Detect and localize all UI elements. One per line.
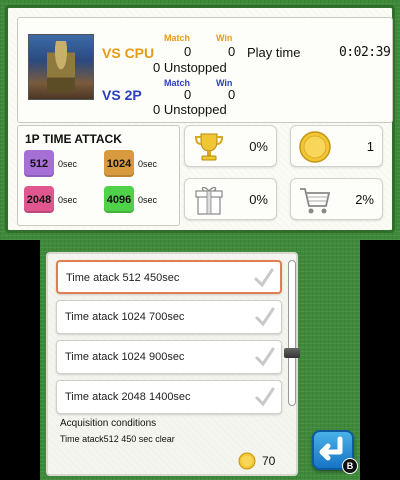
cpu-match-count: 0 (184, 44, 192, 59)
tile-2048: 2048 (24, 186, 54, 213)
tile-4096: 4096 (104, 186, 134, 213)
coin-cost: 70 (262, 454, 276, 468)
back-button[interactable]: B (312, 430, 358, 474)
list-item[interactable]: Time atack 1024 900sec (56, 340, 282, 374)
coin-icon (238, 452, 256, 470)
p2-unstopped: 0 Unstopped (153, 102, 227, 117)
list-item-label: Time atack 1024 900sec (65, 351, 185, 363)
tile-512: 512 (24, 150, 54, 177)
bottom-screen: Time atack 512 450sec Time atack 1024 70… (40, 240, 360, 480)
gift-card: 0% (184, 178, 277, 220)
scrollbar-track[interactable] (288, 260, 296, 406)
check-icon (254, 268, 274, 288)
tile-1024: 1024 (104, 150, 134, 177)
list-item-label: Time atack 1024 700sec (65, 311, 185, 323)
acquisition-text: Time atack512 450 sec clear (60, 434, 175, 444)
top-screen: VS CPU Match Win 0 0 0 Unstopped VS 2P M… (0, 0, 400, 240)
p2-match-count: 0 (184, 87, 192, 102)
check-icon (255, 347, 275, 367)
gift-value: 0% (249, 192, 268, 207)
list-item[interactable]: Time atack 1024 700sec (56, 300, 282, 334)
vs-cpu-label: VS CPU (102, 45, 155, 61)
stats-panel: VS CPU Match Win 0 0 0 Unstopped VS 2P M… (5, 5, 395, 233)
p2-win-count: 0 (228, 87, 236, 102)
coin-value: 1 (366, 139, 374, 154)
versus-record-box: VS CPU Match Win 0 0 0 Unstopped VS 2P M… (17, 17, 393, 123)
player-avatar (28, 34, 94, 100)
vs-2p-label: VS 2P (102, 87, 142, 103)
tile-512-time: 0sec (58, 159, 78, 169)
gift-icon (195, 186, 223, 215)
time-attack-box: 1P TIME ATTACK 512 0sec 1024 0sec 2048 0… (17, 125, 180, 226)
list-item[interactable]: Time atack 2048 1400sec (56, 380, 282, 414)
play-time-value: 0:02:39 (339, 45, 391, 60)
check-icon (255, 387, 275, 407)
trophy-card: 0% (184, 125, 277, 167)
b-button-badge: B (342, 458, 358, 474)
tile-4096-time: 0sec (138, 195, 158, 205)
list-item-label: Time atack 512 450sec (66, 272, 180, 284)
cpu-match-header: Match (164, 33, 191, 43)
acquisition-title: Acquisition conditions (60, 418, 157, 429)
cart-card: 2% (290, 178, 383, 220)
achievement-list-panel: Time atack 512 450sec Time atack 1024 70… (46, 252, 300, 476)
list-item-label: Time atack 2048 1400sec (65, 391, 191, 403)
coin-icon (299, 131, 331, 163)
cart-icon (300, 188, 331, 214)
cart-value: 2% (355, 192, 374, 207)
tile-2048-time: 0sec (58, 195, 78, 205)
time-attack-title: 1P TIME ATTACK (25, 132, 122, 146)
scrollbar-thumb[interactable] (284, 348, 300, 358)
check-icon (255, 307, 275, 327)
cpu-unstopped: 0 Unstopped (153, 60, 227, 75)
trophy-value: 0% (249, 139, 268, 154)
tile-1024-time: 0sec (138, 159, 158, 169)
play-time-label: Play time (247, 45, 301, 60)
cpu-win-count: 0 (228, 44, 236, 59)
coin-card: 1 (290, 125, 383, 167)
cpu-win-header: Win (216, 33, 233, 43)
list-item[interactable]: Time atack 512 450sec (56, 260, 282, 294)
trophy-icon (194, 133, 224, 161)
